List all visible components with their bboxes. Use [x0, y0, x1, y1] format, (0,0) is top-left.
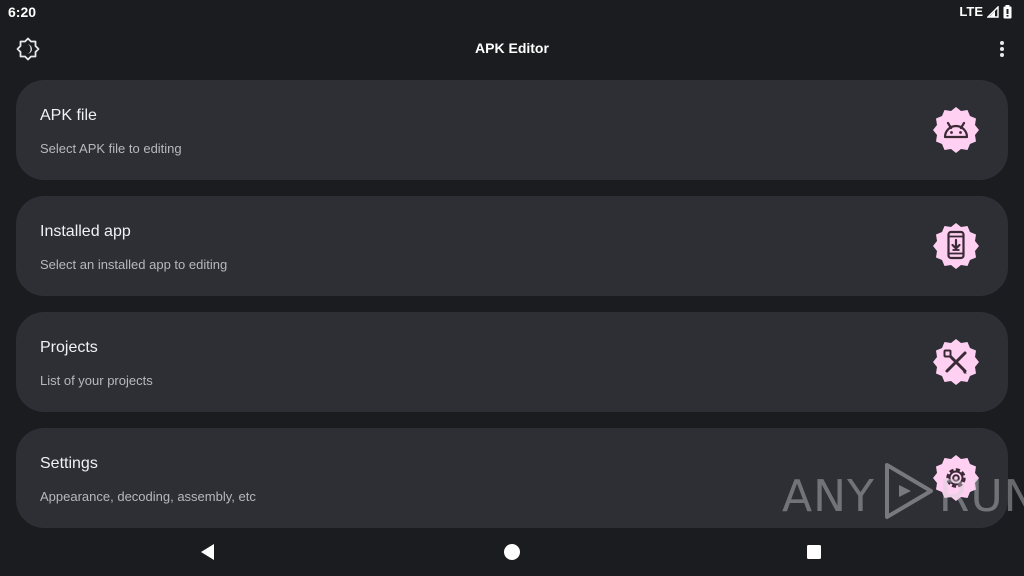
network-type: LTE — [959, 4, 983, 19]
card-subtitle: Select APK file to editing — [40, 141, 182, 156]
signal-icon — [987, 5, 999, 18]
status-time: 6:20 — [8, 4, 37, 20]
card-title: Settings — [40, 455, 98, 472]
watermark-left-text: ANY — [782, 470, 875, 522]
card-title: Installed app — [40, 223, 131, 240]
navigation-bar — [0, 530, 1024, 576]
phone-download-icon — [928, 218, 984, 274]
card-title: APK file — [40, 107, 97, 124]
installed-app-card[interactable]: Installed app Select an installed app to… — [16, 196, 1008, 296]
status-indicators: LTE — [959, 4, 1012, 19]
projects-card[interactable]: Projects List of your projects — [16, 312, 1008, 412]
recents-icon[interactable] — [802, 540, 826, 564]
page-title: APK Editor — [475, 40, 549, 56]
anyrun-watermark: ANY RUN — [782, 462, 1024, 526]
app-bar: APK Editor — [0, 28, 1024, 68]
status-bar: 6:20 LTE — [0, 0, 1024, 24]
play-logo-icon — [879, 461, 935, 532]
apk-file-card[interactable]: APK file Select APK file to editing — [16, 80, 1008, 180]
battery-icon — [1003, 4, 1012, 19]
card-subtitle: Select an installed app to editing — [40, 257, 228, 272]
back-icon[interactable] — [196, 540, 220, 564]
android-icon — [928, 102, 984, 158]
tools-icon — [928, 334, 984, 390]
screen: 6:20 LTE APK Editor APK file Select APK … — [0, 0, 1024, 576]
more-vert-icon[interactable] — [992, 37, 1012, 61]
home-icon[interactable] — [500, 540, 524, 564]
card-subtitle: List of your projects — [40, 373, 153, 388]
card-title: Projects — [40, 339, 98, 356]
card-subtitle: Appearance, decoding, assembly, etc — [40, 489, 256, 504]
watermark-right-text: RUN — [938, 470, 1024, 522]
